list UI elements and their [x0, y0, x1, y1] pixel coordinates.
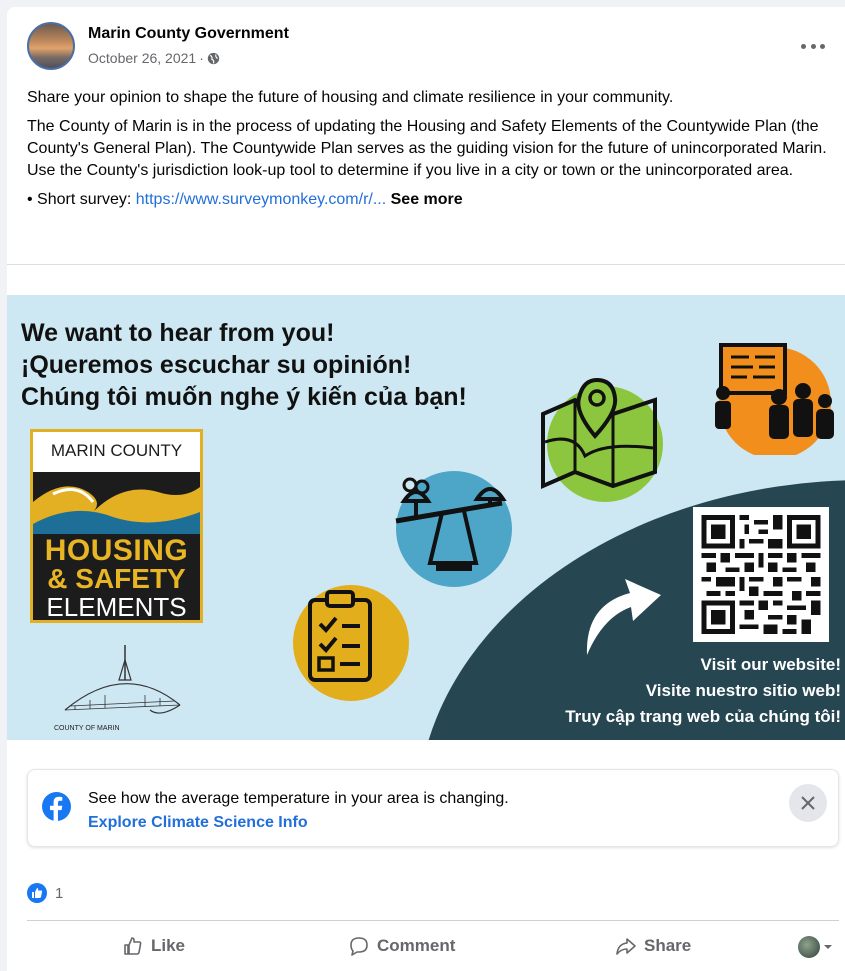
like-button[interactable]: Like — [123, 927, 185, 965]
like-label: Like — [151, 936, 186, 955]
viewer-avatar — [798, 936, 820, 958]
survey-prefix: • Short survey: — [27, 191, 136, 208]
reaction-count: 1 — [55, 884, 64, 902]
visit-website-text: Visit our website! Visite nuestro sitio … — [565, 652, 841, 730]
logo-safety-text: & SAFETY — [47, 563, 186, 594]
post-card: Marin County Government October 26, 2021… — [7, 7, 845, 971]
dot-icon — [820, 43, 825, 49]
divider — [27, 920, 839, 921]
balance-scale-icon — [395, 471, 512, 587]
clipboard-icon — [293, 585, 409, 701]
image-headline: We want to hear from you! ¡Queremos escu… — [21, 317, 467, 413]
see-more-link[interactable]: See more — [386, 191, 463, 208]
post-paragraph-1: Share your opinion to shape the future o… — [27, 89, 674, 106]
wave-icon — [33, 472, 200, 534]
share-label: Share — [644, 936, 692, 955]
qr-code-icon — [701, 515, 821, 634]
globe-icon — [207, 52, 220, 64]
facebook-logo-icon — [42, 792, 71, 821]
reactions-summary[interactable]: 1 — [27, 883, 63, 903]
post-meta: October 26, 2021 · — [88, 50, 220, 66]
county-seal-icon — [64, 645, 181, 714]
logo-elements-text: ELEMENTS — [46, 592, 187, 622]
thumbs-up-icon — [124, 937, 142, 955]
community-meeting-icon — [715, 343, 834, 455]
seal-caption: COUNTY OF MARIN — [54, 725, 120, 732]
post-actions: Like Comment Share — [27, 927, 839, 965]
curved-arrow-icon — [586, 579, 661, 655]
like-reaction-icon — [27, 883, 47, 903]
share-button[interactable]: Share — [616, 927, 691, 965]
survey-link[interactable]: https://www.surveymonkey.com/r/... — [136, 191, 386, 208]
notice-text: See how the average temperature in your … — [88, 790, 509, 807]
explore-climate-link[interactable]: Explore Climate Science Info — [88, 814, 308, 832]
headline-english: We want to hear from you! — [21, 319, 335, 347]
post-header: Marin County Government October 26, 2021… — [27, 22, 827, 78]
comment-button[interactable]: Comment — [349, 927, 455, 965]
comment-icon — [350, 937, 368, 956]
headline-spanish: ¡Queremos escuchar su opinión! — [21, 351, 412, 379]
post-body: Share your opinion to shape the future o… — [27, 87, 827, 218]
caret-down-icon — [824, 945, 832, 949]
logo-county-text: MARIN COUNTY — [33, 432, 200, 476]
climate-info-notice: See how the average temperature in your … — [27, 769, 839, 847]
more-options-button[interactable] — [801, 36, 825, 56]
dot-icon — [801, 43, 806, 49]
close-notice-button[interactable] — [789, 784, 827, 822]
post-date[interactable]: October 26, 2021 — [88, 50, 196, 66]
qr-code[interactable] — [693, 507, 829, 642]
page-avatar[interactable] — [27, 22, 75, 70]
visit-english: Visit our website! — [700, 655, 841, 674]
post-paragraph-2: The County of Marin is in the process of… — [27, 118, 827, 179]
dot-icon — [810, 43, 816, 49]
viewer-selector[interactable] — [798, 936, 833, 958]
post-image[interactable]: We want to hear from you! ¡Queremos escu… — [7, 295, 845, 740]
meta-separator: · — [199, 50, 204, 66]
visit-vietnamese: Truy cập trang web của chúng tôi! — [565, 707, 841, 726]
post-author[interactable]: Marin County Government — [88, 25, 289, 43]
post-survey-line: • Short survey: https://www.surveymonkey… — [27, 189, 827, 211]
divider — [7, 264, 845, 265]
housing-safety-logo: MARIN COUNTY HOUSING & SAFETY ELEMENTS — [30, 429, 203, 623]
map-pin-icon — [541, 377, 663, 502]
visit-spanish: Visite nuestro sitio web! — [645, 681, 841, 700]
close-icon — [801, 796, 815, 810]
headline-vietnamese: Chúng tôi muốn nghe ý kiến của bạn! — [21, 383, 467, 411]
comment-label: Comment — [377, 936, 456, 955]
share-icon — [616, 938, 636, 955]
